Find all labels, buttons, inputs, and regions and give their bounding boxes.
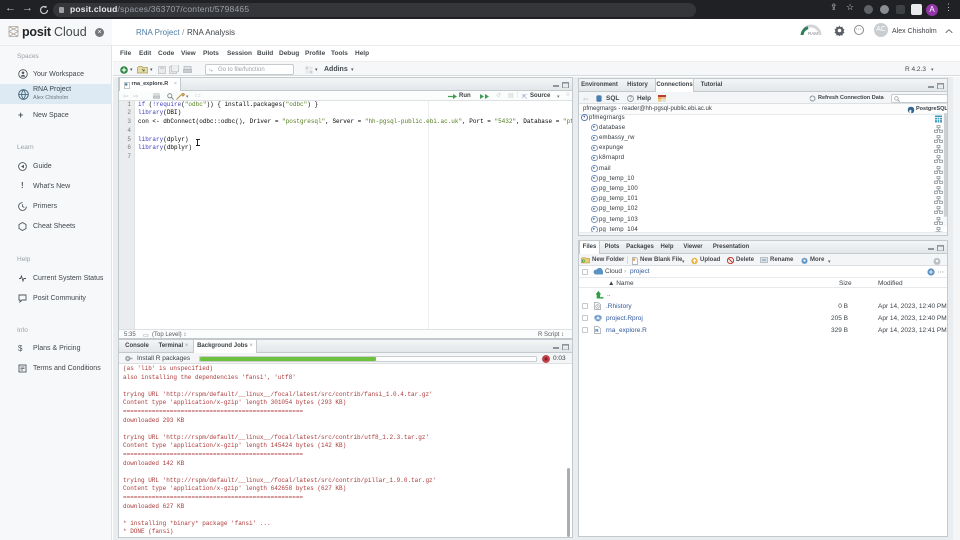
svg-text:R: R: [597, 316, 600, 321]
svg-text:RAM: RAM: [808, 31, 818, 36]
